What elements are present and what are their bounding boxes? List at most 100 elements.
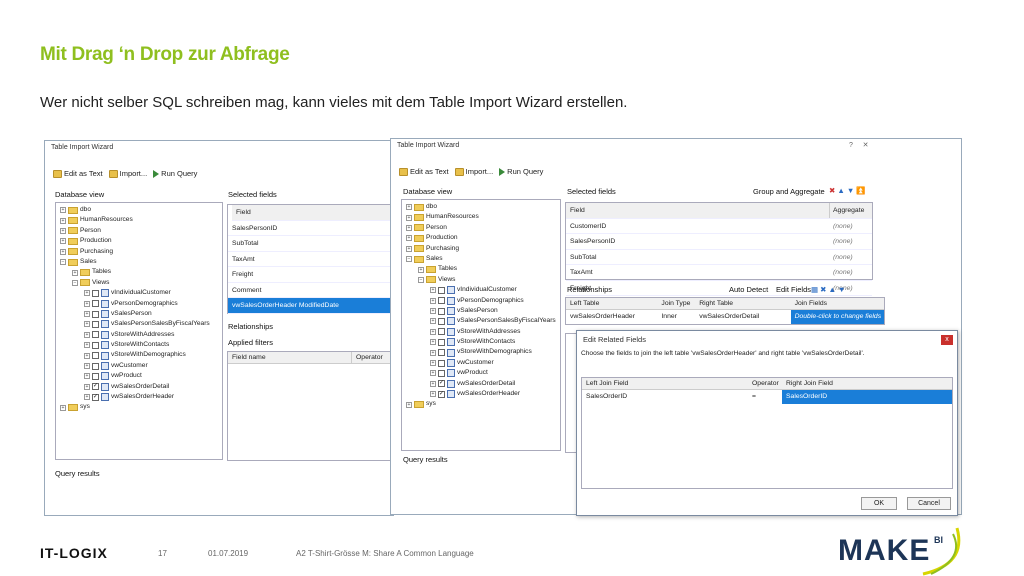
database-tree[interactable]: + dbo + HumanResources + Person + Production + Pu… (55, 202, 223, 460)
tree-node[interactable]: + vIndividualCustomer (404, 285, 558, 295)
tree-node[interactable]: + vStoreWithContacts (58, 340, 220, 350)
relationship-toolbar-icons[interactable]: ▦ ✖ ▲ ▼ (811, 285, 845, 294)
expand-toggle[interactable]: + (60, 238, 66, 245)
tree-checkbox[interactable]: ✓ (438, 390, 445, 398)
tree-node[interactable]: − Views (404, 275, 558, 285)
join-fields-grid[interactable]: Left Join Field Operator Right Join Field … (581, 377, 953, 489)
tree-checkbox[interactable] (92, 352, 99, 360)
import-button[interactable]: Import... (454, 167, 493, 176)
tree-node[interactable]: + Purchasing (58, 247, 220, 257)
expand-toggle[interactable]: + (84, 394, 90, 401)
tree-checkbox[interactable]: ✓ (92, 393, 99, 401)
tree-node[interactable]: + vwCustomer (58, 361, 220, 371)
tree-node[interactable]: + vStoreWithAddresses (404, 327, 558, 337)
tree-node[interactable]: + vSalesPersonSalesByFiscalYears (58, 319, 220, 329)
tree-checkbox[interactable] (438, 338, 445, 346)
auto-detect-button[interactable]: Auto Detect (729, 285, 768, 294)
tree-checkbox[interactable] (438, 286, 445, 294)
tree-node[interactable]: + ✓ vwSalesOrderHeader (58, 392, 220, 402)
expand-toggle[interactable]: + (84, 331, 90, 338)
tree-node[interactable]: + Production (58, 236, 220, 246)
expand-toggle[interactable]: + (430, 328, 436, 335)
tree-node[interactable]: − Sales (404, 254, 558, 264)
tree-node[interactable]: + vwCustomer (404, 358, 558, 368)
tree-checkbox[interactable] (92, 341, 99, 349)
expand-toggle[interactable]: + (84, 321, 90, 328)
expand-toggle[interactable]: + (60, 227, 66, 234)
edit-as-text-button[interactable]: Edit as Text (399, 167, 449, 176)
tree-checkbox[interactable] (438, 297, 445, 305)
tree-node[interactable]: + vPersonDemographics (404, 296, 558, 306)
relationship-cell[interactable]: vwSalesOrderHeader (566, 310, 657, 324)
close-button[interactable]: x (941, 335, 953, 345)
tree-node[interactable]: + vIndividualCustomer (58, 288, 220, 298)
tree-checkbox[interactable] (438, 349, 445, 357)
tree-node[interactable]: + dbo (404, 202, 558, 212)
tree-node[interactable]: + Tables (404, 264, 558, 274)
tree-node[interactable]: + vSalesPerson (58, 309, 220, 319)
expand-toggle[interactable]: + (84, 300, 90, 307)
database-tree[interactable]: + dbo + HumanResources + Person + Production + Pu… (401, 199, 561, 451)
tree-checkbox[interactable] (92, 331, 99, 339)
tree-node[interactable]: − Sales (58, 257, 220, 267)
edit-fields-button[interactable]: Edit Fields (776, 285, 811, 294)
ok-button[interactable]: OK (861, 497, 897, 510)
selected-fields-grid[interactable]: Field Aggregate CustomerID (none) SalesPer… (565, 202, 873, 296)
tree-node[interactable]: + Purchasing (404, 244, 558, 254)
filters-grid[interactable]: Field name Operator (227, 351, 393, 461)
expand-toggle[interactable]: + (430, 380, 436, 387)
relationship-cell[interactable]: Double-click to change fields (790, 310, 884, 324)
tree-checkbox[interactable] (92, 320, 99, 328)
tree-node[interactable]: + vPersonDemographics (58, 299, 220, 309)
expand-toggle[interactable]: + (60, 248, 66, 255)
tree-checkbox[interactable] (438, 328, 445, 336)
relationships-grid[interactable]: Left Table Join Type Right Table Join Field… (565, 297, 885, 325)
join-cell[interactable]: = (748, 390, 782, 404)
expand-toggle[interactable]: + (72, 269, 78, 276)
expand-toggle[interactable]: + (430, 370, 436, 377)
tree-node[interactable]: + ✓ vwSalesOrderDetail (404, 379, 558, 389)
tree-node[interactable]: + vwProduct (404, 368, 558, 378)
tree-checkbox[interactable]: ✓ (92, 383, 99, 391)
expand-toggle[interactable]: + (430, 318, 436, 325)
tree-node[interactable]: + ✓ vwSalesOrderHeader (404, 389, 558, 399)
tree-node[interactable]: − Views (58, 278, 220, 288)
expand-toggle[interactable]: + (430, 297, 436, 304)
tree-node[interactable]: + vStoreWithDemographics (404, 347, 558, 357)
tree-checkbox[interactable] (92, 289, 99, 297)
expand-toggle[interactable]: + (84, 352, 90, 359)
expand-toggle[interactable]: + (406, 214, 412, 221)
tree-checkbox[interactable] (438, 317, 445, 325)
field-row[interactable]: Comment (228, 283, 392, 298)
tree-node[interactable]: + sys (58, 402, 220, 412)
expand-toggle[interactable]: + (406, 235, 412, 242)
tree-node[interactable]: + HumanResources (404, 212, 558, 222)
tree-node[interactable]: + dbo (58, 205, 220, 215)
join-cell[interactable]: SalesOrderID (582, 390, 748, 404)
field-row[interactable]: SalesPersonID (228, 221, 392, 236)
tree-node[interactable]: + Production (404, 233, 558, 243)
tree-checkbox[interactable] (92, 300, 99, 308)
relationship-cell[interactable]: Inner (657, 310, 695, 324)
expand-toggle[interactable]: + (84, 311, 90, 318)
run-query-button[interactable]: Run Query (499, 167, 543, 176)
tree-node[interactable]: + ✓ vwSalesOrderDetail (58, 382, 220, 392)
import-button[interactable]: Import... (108, 169, 147, 178)
field-row[interactable]: SalesPersonID (none) (566, 234, 872, 250)
tree-checkbox[interactable] (92, 310, 99, 318)
tree-node[interactable]: + vStoreWithAddresses (58, 330, 220, 340)
tree-node[interactable]: + sys (404, 399, 558, 409)
tree-checkbox[interactable] (92, 362, 99, 370)
expand-toggle[interactable]: + (430, 308, 436, 315)
expand-toggle[interactable]: − (418, 276, 424, 283)
expand-toggle[interactable]: + (430, 287, 436, 294)
tree-checkbox[interactable] (92, 372, 99, 380)
expand-toggle[interactable]: + (418, 266, 424, 273)
tree-checkbox[interactable] (438, 359, 445, 367)
expand-toggle[interactable]: − (406, 256, 412, 263)
expand-toggle[interactable]: + (60, 217, 66, 224)
expand-toggle[interactable]: − (60, 259, 66, 266)
expand-toggle[interactable]: + (430, 349, 436, 356)
field-row[interactable]: SubTotal (none) (566, 250, 872, 265)
expand-toggle[interactable]: + (430, 339, 436, 346)
